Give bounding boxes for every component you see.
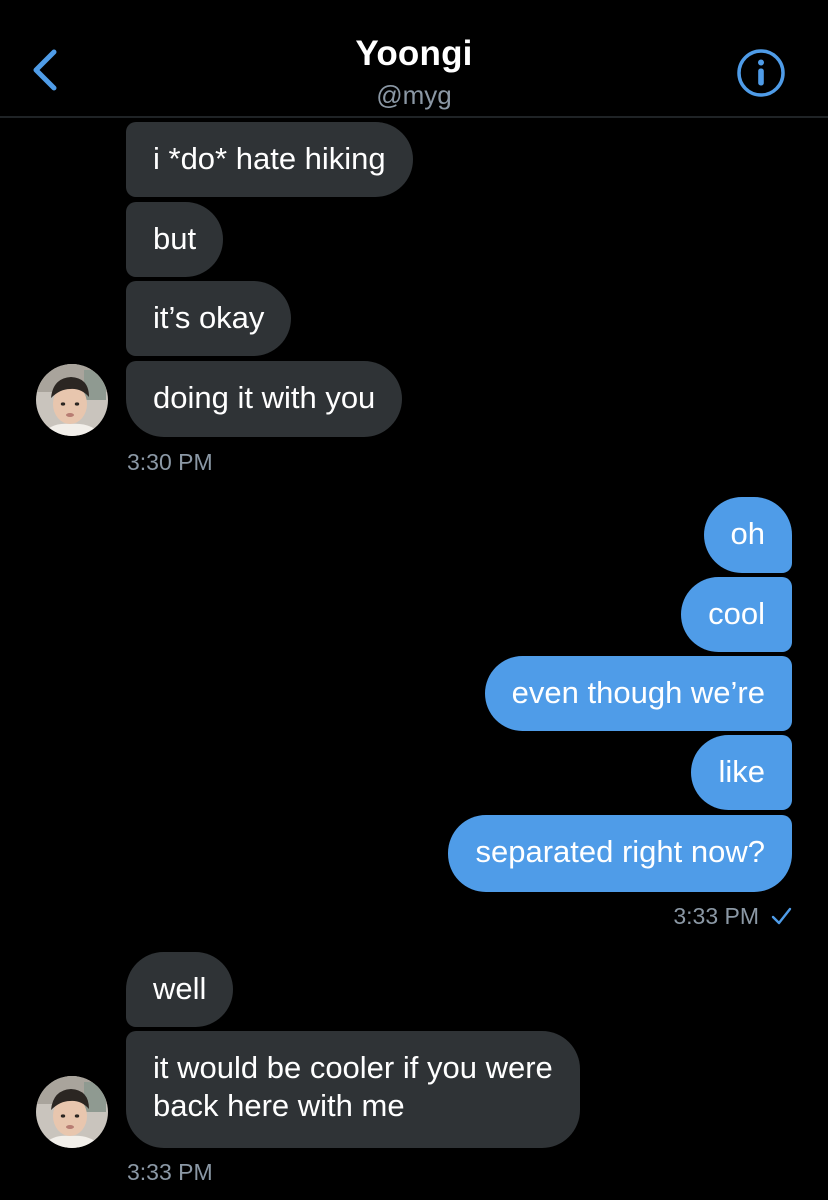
message-timestamp: 3:30 PM [127, 449, 213, 475]
message-text-line: back here with me [153, 1088, 405, 1123]
message-text: cool [708, 596, 765, 631]
message-text: it’s okay [153, 300, 265, 335]
contact-avatar[interactable] [36, 364, 108, 436]
message-text: even though we’re [511, 675, 765, 710]
avatar-photo [36, 1076, 108, 1148]
message-bubble-outgoing[interactable]: like [691, 735, 792, 810]
message-bubble-incoming[interactable]: it’s okay [126, 281, 292, 356]
message-bubble-outgoing[interactable]: even though we’re [484, 656, 792, 731]
message-bubble-outgoing[interactable]: oh [703, 497, 792, 573]
message-bubble-incoming[interactable]: doing it with you [126, 361, 403, 437]
avatar-photo [36, 364, 108, 436]
message-text-line: it would be cooler if you were [153, 1050, 553, 1085]
conversation-header: Yoongi @myg [0, 0, 828, 118]
message-text: well [153, 971, 207, 1006]
message-bubble-incoming[interactable]: but [126, 202, 224, 277]
message-text: but [153, 221, 197, 256]
message-bubble-outgoing[interactable]: cool [681, 577, 792, 652]
message-text: oh [730, 516, 765, 551]
message-timestamp: 3:33 PM [127, 1159, 213, 1185]
info-button[interactable] [736, 48, 786, 98]
message-bubble-incoming[interactable]: i *do* hate hiking [126, 122, 413, 197]
contact-name[interactable]: Yoongi [0, 34, 828, 74]
message-text: separated right now? [475, 834, 765, 869]
checkmark-icon [771, 907, 792, 925]
contact-avatar[interactable] [36, 1076, 108, 1148]
message-text: like [718, 754, 765, 789]
message-text: i *do* hate hiking [153, 141, 386, 176]
info-icon [737, 49, 785, 97]
message-text: doing it with you [153, 380, 376, 415]
message-bubble-incoming[interactable]: it would be cooler if you were back here… [126, 1031, 580, 1148]
message-bubble-outgoing[interactable]: separated right now? [448, 815, 792, 892]
contact-handle: @myg [376, 80, 452, 110]
message-timestamp: 3:33 PM [673, 903, 759, 929]
message-bubble-incoming[interactable]: well [126, 952, 234, 1027]
